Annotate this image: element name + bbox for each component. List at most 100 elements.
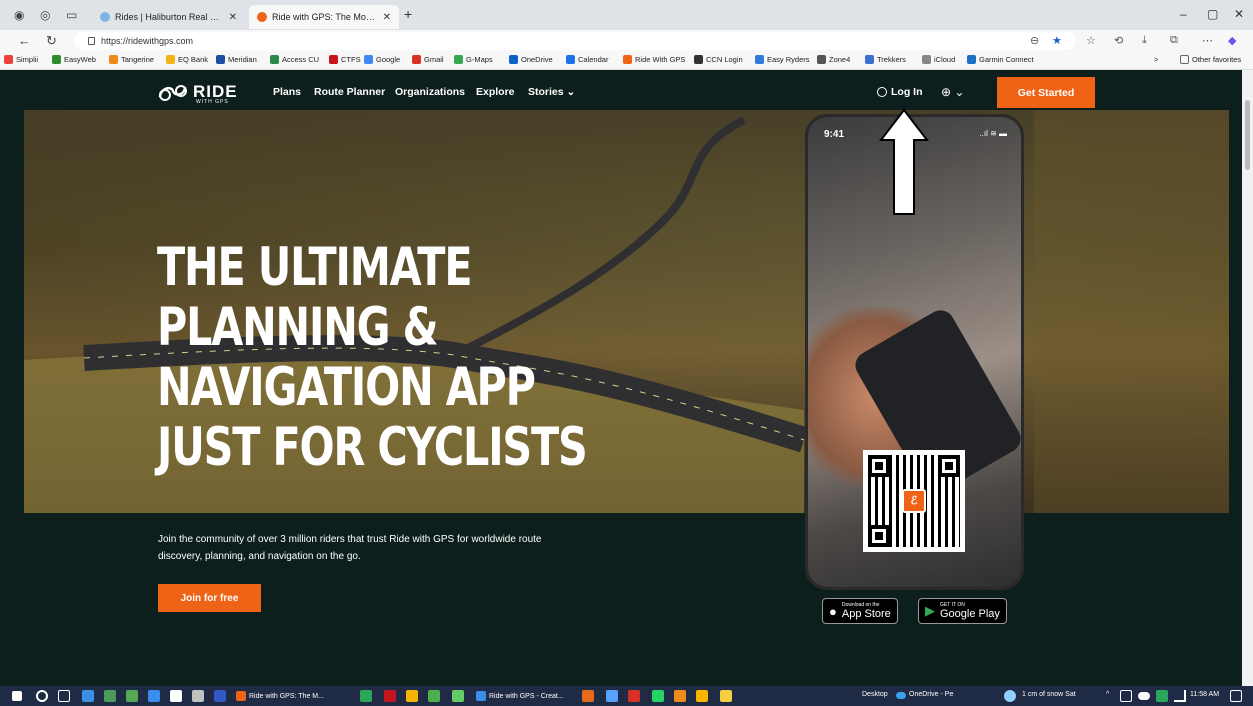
more-icon[interactable]: ⋯ — [1202, 34, 1213, 47]
app-icon[interactable] — [170, 690, 182, 702]
app-store-badge[interactable]: ● Download on the App Store — [822, 598, 898, 624]
app-icon[interactable] — [384, 690, 396, 702]
nav-route-planner[interactable]: Route Planner — [314, 86, 385, 98]
app-icon — [476, 691, 486, 701]
close-window-button[interactable]: ✕ — [1234, 7, 1244, 21]
app-icon[interactable] — [192, 690, 204, 702]
new-tab-button[interactable]: + — [404, 6, 412, 22]
bookmark-tangerine[interactable]: Tangerine — [109, 55, 154, 64]
favorite-star-icon[interactable]: ★ — [1052, 34, 1062, 47]
join-for-free-button[interactable]: Join for free — [158, 584, 261, 612]
tab-actions-icon[interactable]: ▭ — [66, 8, 77, 22]
bookmark-onedrive[interactable]: OneDrive — [509, 55, 553, 64]
url-input[interactable]: https://ridewithgps.com — [74, 32, 1076, 50]
reader-icon[interactable]: ⊖ — [1030, 34, 1039, 47]
browser-tab-bar: ◉ ◎ ▭ Rides | Haliburton Real Easy Ryde … — [0, 0, 1253, 30]
site-logo[interactable]: RIDE WITH GPS — [157, 79, 238, 105]
downloads-icon[interactable]: ⤓ — [1142, 34, 1147, 47]
google-play-badge[interactable]: ▶ GET IT ON Google Play — [918, 598, 1007, 624]
refresh-icon[interactable]: ↻ — [46, 33, 57, 49]
task-view-icon[interactable] — [58, 690, 70, 702]
bookmark-gmail[interactable]: Gmail — [412, 55, 444, 64]
scrollbar-thumb[interactable] — [1245, 100, 1250, 170]
cloud-icon[interactable] — [1138, 692, 1150, 700]
bookmark-icloud[interactable]: iCloud — [922, 55, 955, 64]
headline-line: NAVIGATION APP — [157, 357, 536, 418]
bookmark-ccnlogin[interactable]: CCN Login — [694, 55, 743, 64]
notification-icon[interactable] — [1230, 690, 1242, 702]
login-link[interactable]: Log In — [877, 86, 923, 98]
bookmark-easyryders[interactable]: Easy Ryders — [755, 55, 810, 64]
app-icon[interactable] — [452, 690, 464, 702]
bookmark-accesscu[interactable]: Access CU — [270, 55, 319, 64]
app-icon[interactable] — [104, 690, 116, 702]
minimize-button[interactable]: – — [1180, 7, 1187, 21]
app-icon[interactable] — [606, 690, 618, 702]
onedrive-icon — [896, 692, 906, 699]
history-icon[interactable]: ⟲ — [1114, 34, 1123, 47]
site-navbar: RIDE WITH GPS Plans Route Planner Organi… — [7, 70, 1242, 112]
bookmark-gmaps[interactable]: G-Maps — [454, 55, 493, 64]
nav-explore[interactable]: Explore — [476, 86, 515, 98]
app-icon[interactable] — [214, 690, 226, 702]
close-tab-icon[interactable]: ✕ — [229, 12, 237, 23]
bookmark-eqbank[interactable]: EQ Bank — [166, 55, 208, 64]
bookmark-garmin[interactable]: Garmin Connect — [967, 55, 1034, 64]
page-scrollbar[interactable] — [1242, 70, 1253, 686]
language-globe-icon[interactable]: ⊕ ⌄ — [941, 85, 964, 99]
taskbar-app-ridewithgps-create[interactable]: Ride with GPS - Creat... — [476, 689, 564, 703]
weather-label[interactable]: 1 cm of snow Sat — [1022, 691, 1076, 698]
browser-address-bar: ← ↻ https://ridewithgps.com ⊖ ★ ☆ ⟲ ⤓ ⧉ … — [0, 30, 1253, 52]
onedrive-label[interactable]: OneDrive - Pe — [909, 691, 953, 698]
app-store-text: Download on the App Store — [841, 602, 891, 620]
clock[interactable]: 11:58 AM — [1190, 691, 1219, 698]
annotation-arrow-icon — [879, 108, 929, 215]
favorites-icon[interactable]: ☆ — [1086, 34, 1096, 47]
bookmark-meridian[interactable]: Meridian — [216, 55, 257, 64]
tray-icon[interactable] — [1120, 690, 1132, 702]
whatsapp-icon[interactable] — [652, 690, 664, 702]
close-tab-icon[interactable]: ✕ — [383, 12, 391, 23]
tray-chevron-icon[interactable]: ^ — [1106, 691, 1109, 698]
app-icon[interactable] — [428, 690, 440, 702]
restore-button[interactable]: ▢ — [1207, 7, 1218, 21]
app-icon[interactable] — [628, 690, 640, 702]
profile-icon[interactable]: ◉ — [14, 8, 24, 22]
network-icon[interactable] — [1174, 690, 1186, 702]
chevron-right-icon[interactable]: > — [1154, 55, 1158, 64]
nav-stories[interactable]: Stories ⌄ — [528, 86, 575, 98]
nav-plans[interactable]: Plans — [273, 86, 301, 98]
tray-icon[interactable] — [1156, 690, 1168, 702]
bookmark-trekkers[interactable]: Trekkers — [865, 55, 906, 64]
workspaces-icon[interactable]: ◎ — [40, 8, 50, 22]
bookmark-ridewithgps[interactable]: Ride With GPS — [623, 55, 685, 64]
bookmark-zone4[interactable]: Zone4 — [817, 55, 850, 64]
web-page: RIDE WITH GPS Plans Route Planner Organi… — [7, 70, 1242, 686]
search-icon[interactable] — [36, 690, 48, 702]
folder-icon[interactable] — [720, 690, 732, 702]
taskbar-app-ridewithgps[interactable]: Ride with GPS: The M... — [236, 689, 324, 703]
app-icon[interactable] — [148, 690, 160, 702]
bookmark-simplii[interactable]: Simplii — [4, 55, 38, 64]
app-icon[interactable] — [674, 690, 686, 702]
app-icon[interactable] — [360, 690, 372, 702]
tab-ridewithgps[interactable]: Ride with GPS: The Most Trusted ✕ — [249, 5, 399, 29]
edge-icon[interactable] — [82, 690, 94, 702]
app-icon[interactable] — [582, 690, 594, 702]
bookmark-calendar[interactable]: Calendar — [566, 55, 608, 64]
tab-haliburton[interactable]: Rides | Haliburton Real Easy Ryde ✕ — [92, 5, 245, 29]
app-icon[interactable] — [406, 690, 418, 702]
bookmark-ctfs[interactable]: CTFS — [329, 55, 361, 64]
screenshot-icon[interactable]: ⧉ — [1170, 34, 1178, 47]
nav-organizations[interactable]: Organizations — [395, 86, 465, 98]
back-arrow-icon[interactable]: ← — [18, 33, 31, 48]
bookmark-google[interactable]: Google — [364, 55, 400, 64]
app-icon[interactable] — [126, 690, 138, 702]
bookmark-easyweb[interactable]: EasyWeb — [52, 55, 96, 64]
start-windows-icon[interactable] — [12, 691, 22, 701]
copilot-icon[interactable]: ◆ — [1228, 34, 1236, 47]
desktop-label[interactable]: Desktop — [862, 691, 888, 698]
bookmark-other-favorites[interactable]: Other favorites — [1180, 55, 1241, 64]
app-icon[interactable] — [696, 690, 708, 702]
get-started-button[interactable]: Get Started — [997, 77, 1095, 108]
